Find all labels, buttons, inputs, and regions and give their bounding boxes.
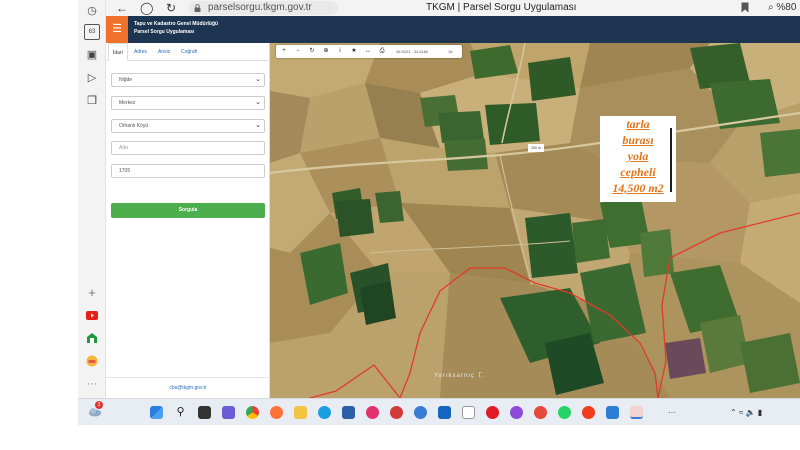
wallet-icon[interactable] bbox=[84, 353, 100, 369]
tab-title: TKGM | Parsel Sorgu Uygulaması bbox=[426, 2, 577, 13]
battery-icon[interactable]: ▮ bbox=[758, 408, 762, 417]
query-tabs: İdari Adres Ansiz Coğrafi bbox=[106, 43, 270, 61]
zoom-level-readout: 18 bbox=[448, 49, 453, 54]
app-name: Parsel Sorgu Uygulaması bbox=[134, 29, 195, 35]
tab-ansiz[interactable]: Ansiz bbox=[154, 43, 174, 61]
zoom-icon: ⌕ bbox=[768, 2, 774, 13]
refresh-icon[interactable]: ↻ bbox=[306, 45, 318, 58]
org-name: Tapu ve Kadastro Genel Müdürlüğü bbox=[134, 21, 219, 27]
screenshot-icon[interactable]: ▣ bbox=[84, 46, 100, 62]
windows-taskbar: 3 ⚲ ··· ⌃ ≈ 🔈 ▮ bbox=[78, 398, 800, 425]
weather-badge: 3 bbox=[95, 401, 103, 409]
annotation-line: tarla bbox=[626, 117, 650, 131]
task-view-icon[interactable] bbox=[198, 406, 211, 419]
village-select[interactable]: Orhanlı Köyü ⌄ bbox=[111, 119, 265, 133]
wifi-icon[interactable]: ≈ bbox=[739, 408, 743, 417]
chrome-icon[interactable] bbox=[246, 406, 259, 419]
map-toolbar: + − ↻ ⊕ i ★ ↔ ⎙ 36.5023 , 34.6160 18 bbox=[276, 45, 462, 58]
query-panel: İdari Adres Ansiz Coğrafi Niğde ⌄ Merkez ⌄… bbox=[106, 43, 270, 398]
satellite-map[interactable]: + − ↻ ⊕ i ★ ↔ ⎙ 36.5023 , 34.6160 18 200… bbox=[270, 43, 800, 398]
tab-idari[interactable]: İdari bbox=[108, 43, 128, 61]
coordinate-readout: 36.5023 , 34.6160 bbox=[396, 49, 429, 54]
reload-icon[interactable]: ↻ bbox=[166, 0, 176, 16]
yandex-icon[interactable]: ◯ bbox=[140, 0, 153, 16]
app-icon[interactable] bbox=[366, 406, 379, 419]
app-icon[interactable] bbox=[414, 406, 427, 419]
app-icon[interactable] bbox=[462, 406, 475, 419]
tab-cografi[interactable]: Coğrafi bbox=[177, 43, 201, 61]
zoom-indicator[interactable]: ⌕ %80 bbox=[768, 0, 796, 16]
zoom-value: %80 bbox=[776, 2, 797, 13]
info-icon[interactable]: i bbox=[334, 45, 346, 58]
app-icon[interactable] bbox=[534, 406, 547, 419]
annotation-line: burası bbox=[622, 133, 654, 147]
contact-email-link[interactable]: cbs@tkgm.gov.tr bbox=[106, 377, 270, 398]
browser-sidebar: ◷ 63 ▣ ▷ ❐ + ··· bbox=[78, 0, 106, 398]
chevron-up-icon[interactable]: ⌃ bbox=[730, 408, 737, 417]
chevron-down-icon: ⌄ bbox=[255, 99, 261, 106]
distance-label: 200 m bbox=[528, 144, 544, 152]
province-value: Niğde bbox=[119, 77, 133, 83]
annotation-divider bbox=[670, 128, 672, 192]
browser-toolbar: ← ◯ ↻ parselsorgu.tkgm.gov.tr TKGM | Par… bbox=[106, 0, 800, 16]
zoom-in-icon[interactable]: + bbox=[278, 45, 290, 58]
measure-icon[interactable]: ↔ bbox=[362, 45, 374, 58]
block-input[interactable]: Ada bbox=[111, 141, 265, 155]
file-explorer-icon[interactable] bbox=[294, 406, 307, 419]
district-value: Merkez bbox=[119, 100, 136, 106]
app-icon[interactable] bbox=[438, 406, 451, 419]
address-bar[interactable]: parselsorgu.tkgm.gov.tr bbox=[188, 1, 338, 15]
yandex-browser-icon[interactable] bbox=[582, 406, 595, 419]
hamburger-icon[interactable]: ☰ bbox=[106, 16, 128, 43]
bookmark-icon[interactable] bbox=[741, 2, 749, 13]
chevron-down-icon: ⌄ bbox=[255, 76, 261, 83]
volume-icon[interactable]: 🔈 bbox=[746, 408, 756, 417]
satellite-imagery bbox=[270, 43, 800, 398]
firefox-icon[interactable] bbox=[270, 406, 283, 419]
village-map-label: Yarıksarnıç T. bbox=[434, 373, 485, 379]
province-select[interactable]: Niğde ⌄ bbox=[111, 73, 265, 87]
lock-icon bbox=[194, 4, 201, 12]
browser-window: ◷ 63 ▣ ▷ ❐ + ··· ← ◯ ↻ parselsorgu.tkgm.… bbox=[78, 0, 800, 425]
edge-icon[interactable] bbox=[318, 406, 331, 419]
history-icon[interactable]: ◷ bbox=[84, 2, 100, 18]
district-select[interactable]: Merkez ⌄ bbox=[111, 96, 265, 110]
taskbar-more[interactable]: ··· bbox=[668, 399, 676, 425]
whatsapp-icon[interactable] bbox=[558, 406, 571, 419]
yandex-active-icon[interactable] bbox=[630, 406, 643, 419]
app-header: ☰ Tapu ve Kadastro Genel Müdürlüğü Parse… bbox=[106, 16, 800, 43]
app-icon[interactable] bbox=[606, 406, 619, 419]
village-value: Orhanlı Köyü bbox=[119, 123, 149, 129]
star-icon[interactable]: ★ bbox=[348, 45, 360, 58]
zoom-out-icon[interactable]: − bbox=[292, 45, 304, 58]
url-text: parselsorgu.tkgm.gov.tr bbox=[208, 2, 312, 13]
tab-adres[interactable]: Adres bbox=[130, 43, 151, 61]
mail-icon[interactable] bbox=[342, 406, 355, 419]
collections-icon[interactable]: ❐ bbox=[84, 92, 100, 108]
app-icon[interactable] bbox=[390, 406, 403, 419]
rail-badge-icon[interactable]: 63 bbox=[84, 24, 100, 40]
annotation-area: 14,500 m2 bbox=[612, 181, 664, 195]
query-button[interactable]: Sorgula bbox=[111, 203, 265, 218]
youtube-icon[interactable] bbox=[84, 307, 100, 323]
annotation-line: yola bbox=[627, 149, 649, 163]
annotation-line: cepheli bbox=[620, 165, 656, 179]
locate-icon[interactable]: ⊕ bbox=[320, 45, 332, 58]
tkgm-app: ☰ Tapu ve Kadastro Genel Müdürlüğü Parse… bbox=[106, 16, 800, 398]
system-tray: ⌃ ≈ 🔈 ▮ bbox=[730, 399, 762, 425]
teams-chat-icon[interactable] bbox=[222, 406, 235, 419]
play-icon[interactable]: ▷ bbox=[84, 69, 100, 85]
land-annotation: tarla burası yola cepheli 14,500 m2 bbox=[600, 116, 676, 202]
back-icon[interactable]: ← bbox=[116, 0, 128, 16]
add-icon[interactable]: + bbox=[84, 284, 100, 300]
parcel-input[interactable]: 1705 bbox=[111, 164, 265, 178]
home-app-icon[interactable] bbox=[84, 330, 100, 346]
rail-more-icon[interactable]: ··· bbox=[84, 376, 100, 392]
print-icon[interactable]: ⎙ bbox=[376, 45, 388, 58]
chevron-down-icon: ⌄ bbox=[255, 122, 261, 129]
windows-start-icon[interactable] bbox=[150, 406, 163, 419]
opera-icon[interactable] bbox=[486, 406, 499, 419]
search-icon[interactable]: ⚲ bbox=[174, 406, 187, 419]
app-icon[interactable] bbox=[510, 406, 523, 419]
